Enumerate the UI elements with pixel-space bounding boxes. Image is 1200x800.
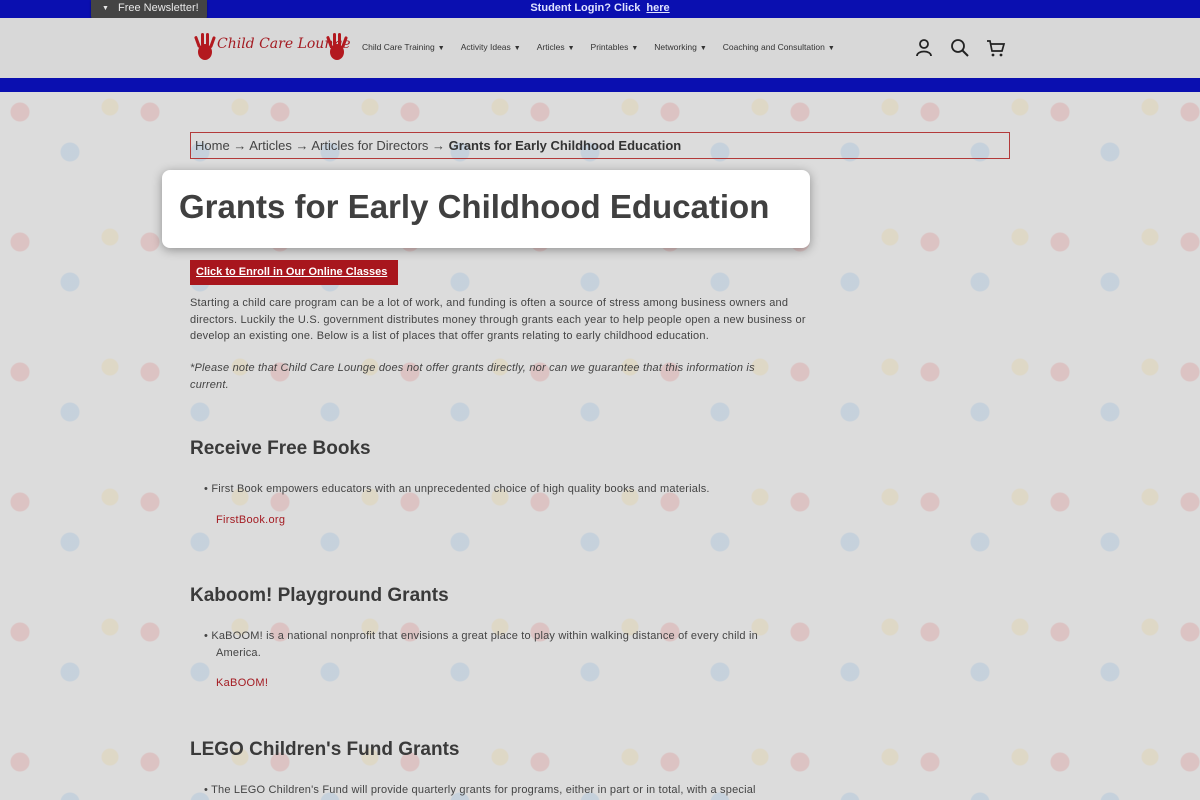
nav-label: Articles <box>536 42 565 52</box>
enroll-button[interactable]: Click to Enroll in Our Online Classes <box>190 260 398 285</box>
nav-networking[interactable]: Networking ▼ <box>654 42 706 52</box>
nav-label: Child Care Training <box>362 42 435 52</box>
breadcrumb-separator: → <box>432 138 446 153</box>
firstbook-link[interactable]: FirstBook.org <box>216 514 285 526</box>
nav-activity-ideas[interactable]: Activity Ideas ▼ <box>461 42 521 52</box>
title-card: Grants for Early Childhood Education <box>162 170 810 248</box>
nav-label: Printables <box>590 42 629 52</box>
bullet-text: KaBOOM! is a national nonprofit that env… <box>211 630 758 659</box>
intro-paragraph: Starting a child care program can be a l… <box>190 297 806 342</box>
account-icon[interactable] <box>914 38 934 58</box>
kaboom-link[interactable]: KaBOOM! <box>216 677 268 689</box>
logo[interactable]: Child Care Lounge <box>193 32 351 64</box>
search-icon[interactable] <box>950 38 970 58</box>
list-item: • KaBOOM! is a national nonprofit that e… <box>204 630 758 659</box>
breadcrumb-current: Grants for Early Childhood Education <box>448 138 682 153</box>
header-divider-bar <box>0 78 1200 92</box>
bullet-text: The LEGO Children's Fund will provide qu… <box>211 784 756 796</box>
caret-down-icon: ▼ <box>513 45 521 52</box>
student-login-link[interactable]: here <box>646 2 669 14</box>
breadcrumb-separator: → <box>233 138 247 153</box>
header-icons <box>914 38 1006 58</box>
list-item: • The LEGO Children's Fund will provide … <box>204 784 756 796</box>
student-login-text: Student Login? Click <box>530 2 641 14</box>
caret-down-icon: ▼ <box>699 45 707 52</box>
handprint-icon <box>194 33 216 60</box>
disclaimer-note: *Please note that Child Care Lounge does… <box>190 362 755 391</box>
main-nav: Child Care Training ▼ Activity Ideas ▼ Art… <box>362 42 851 52</box>
nav-coaching[interactable]: Coaching and Consultation ▼ <box>723 42 835 52</box>
nav-articles[interactable]: Articles ▼ <box>537 42 575 52</box>
newsletter-label: Free Newsletter! <box>118 2 199 14</box>
breadcrumb-home[interactable]: Home <box>195 138 230 153</box>
handprint-icon <box>326 33 348 60</box>
nav-label: Activity Ideas <box>460 42 511 52</box>
site-header: Child Care Lounge Child Care Training ▼ A… <box>0 18 1200 78</box>
section-heading-free-books: Receive Free Books <box>190 438 371 459</box>
bullet-text: First Book empowers educators with an un… <box>211 483 710 495</box>
nav-label: Networking <box>654 42 697 52</box>
list-item: • First Book empowers educators with an … <box>204 483 710 495</box>
caret-down-icon: ▼ <box>567 45 575 52</box>
nav-label: Coaching and Consultation <box>722 42 825 52</box>
cart-icon[interactable] <box>986 38 1006 58</box>
breadcrumb: Home → Articles → Articles for Directors… <box>190 132 1010 159</box>
breadcrumb-directors[interactable]: Articles for Directors <box>311 138 428 153</box>
caret-down-icon: ▼ <box>827 45 835 52</box>
page-title: Grants for Early Childhood Education <box>179 188 770 225</box>
section-heading-lego: LEGO Children's Fund Grants <box>190 739 460 760</box>
caret-down-icon: ▼ <box>102 5 109 12</box>
nav-child-care-training[interactable]: Child Care Training ▼ <box>362 42 445 52</box>
caret-down-icon: ▼ <box>437 45 445 52</box>
caret-down-icon: ▼ <box>631 45 639 52</box>
nav-printables[interactable]: Printables ▼ <box>591 42 639 52</box>
section-heading-kaboom: Kaboom! Playground Grants <box>190 585 449 606</box>
breadcrumb-separator: → <box>295 138 309 153</box>
breadcrumb-articles[interactable]: Articles <box>249 138 292 153</box>
